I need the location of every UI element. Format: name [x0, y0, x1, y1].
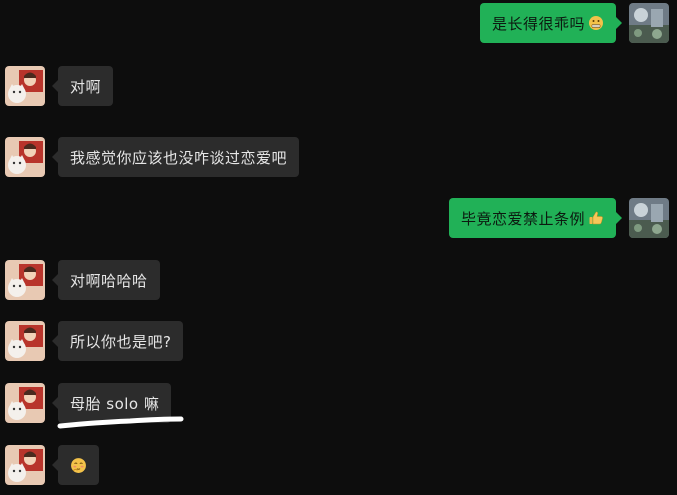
contact-avatar[interactable]	[5, 321, 45, 361]
thumbs-up-emoji-icon	[588, 210, 604, 226]
message-bubble[interactable]: 母胎 solo 嘛	[58, 383, 172, 423]
bubble-wrap: 毕竟恋爱禁止条例	[448, 198, 622, 238]
bubble-wrap: 对啊哈哈哈	[52, 260, 160, 300]
self-avatar[interactable]	[629, 3, 669, 43]
bubble-tail	[52, 274, 58, 286]
message-row-incoming	[5, 445, 99, 485]
bubble-tail	[616, 212, 622, 224]
message-text: 母胎 solo 嘛	[70, 394, 160, 413]
chat-view: 是长得很乖吗 对啊 我感觉你应该也没咋谈过恋爱吧 毕竟恋爱禁止条例 对啊哈哈哈 …	[0, 0, 677, 495]
contact-avatar[interactable]	[5, 445, 45, 485]
message-row-incoming: 对啊哈哈哈	[5, 260, 160, 300]
message-bubble[interactable]: 所以你也是吧?	[58, 321, 184, 361]
message-bubble[interactable]: 对啊	[58, 66, 114, 106]
contact-avatar[interactable]	[5, 383, 45, 423]
shy-face-emoji-icon	[70, 457, 87, 474]
message-row-incoming: 对啊	[5, 66, 114, 106]
message-bubble[interactable]: 对啊哈哈哈	[58, 260, 160, 300]
bubble-tail	[616, 17, 622, 29]
message-bubble[interactable]: 我感觉你应该也没咋谈过恋爱吧	[58, 137, 300, 177]
message-row-incoming: 所以你也是吧?	[5, 321, 184, 361]
message-text: 对啊	[70, 77, 102, 96]
bubble-wrap: 所以你也是吧?	[52, 321, 184, 361]
message-text: 对啊哈哈哈	[70, 271, 148, 290]
message-bubble[interactable]	[58, 445, 99, 485]
bubble-tail	[52, 397, 58, 409]
bubble-wrap: 对啊	[52, 66, 114, 106]
message-row-outgoing: 是长得很乖吗	[479, 3, 669, 43]
message-row-incoming: 母胎 solo 嘛	[5, 383, 172, 423]
bubble-tail	[52, 151, 58, 163]
grimace-emoji-icon	[588, 15, 604, 31]
bubble-tail	[52, 80, 58, 92]
bubble-wrap	[52, 445, 99, 485]
message-text: 毕竟恋爱禁止条例	[460, 209, 585, 228]
message-row-outgoing: 毕竟恋爱禁止条例	[448, 198, 669, 238]
message-bubble[interactable]: 毕竟恋爱禁止条例	[448, 198, 616, 238]
contact-avatar[interactable]	[5, 137, 45, 177]
contact-avatar[interactable]	[5, 260, 45, 300]
bubble-tail	[52, 335, 58, 347]
bubble-wrap: 我感觉你应该也没咋谈过恋爱吧	[52, 137, 300, 177]
bubble-tail	[52, 459, 58, 471]
bubble-wrap: 母胎 solo 嘛	[52, 383, 172, 423]
bubble-wrap: 是长得很乖吗	[479, 3, 622, 43]
message-text: 我感觉你应该也没咋谈过恋爱吧	[70, 148, 288, 167]
message-text: 是长得很乖吗	[491, 14, 585, 33]
message-text: 所以你也是吧?	[70, 332, 172, 351]
message-bubble[interactable]: 是长得很乖吗	[479, 3, 616, 43]
self-avatar[interactable]	[629, 198, 669, 238]
contact-avatar[interactable]	[5, 66, 45, 106]
message-row-incoming: 我感觉你应该也没咋谈过恋爱吧	[5, 137, 300, 177]
